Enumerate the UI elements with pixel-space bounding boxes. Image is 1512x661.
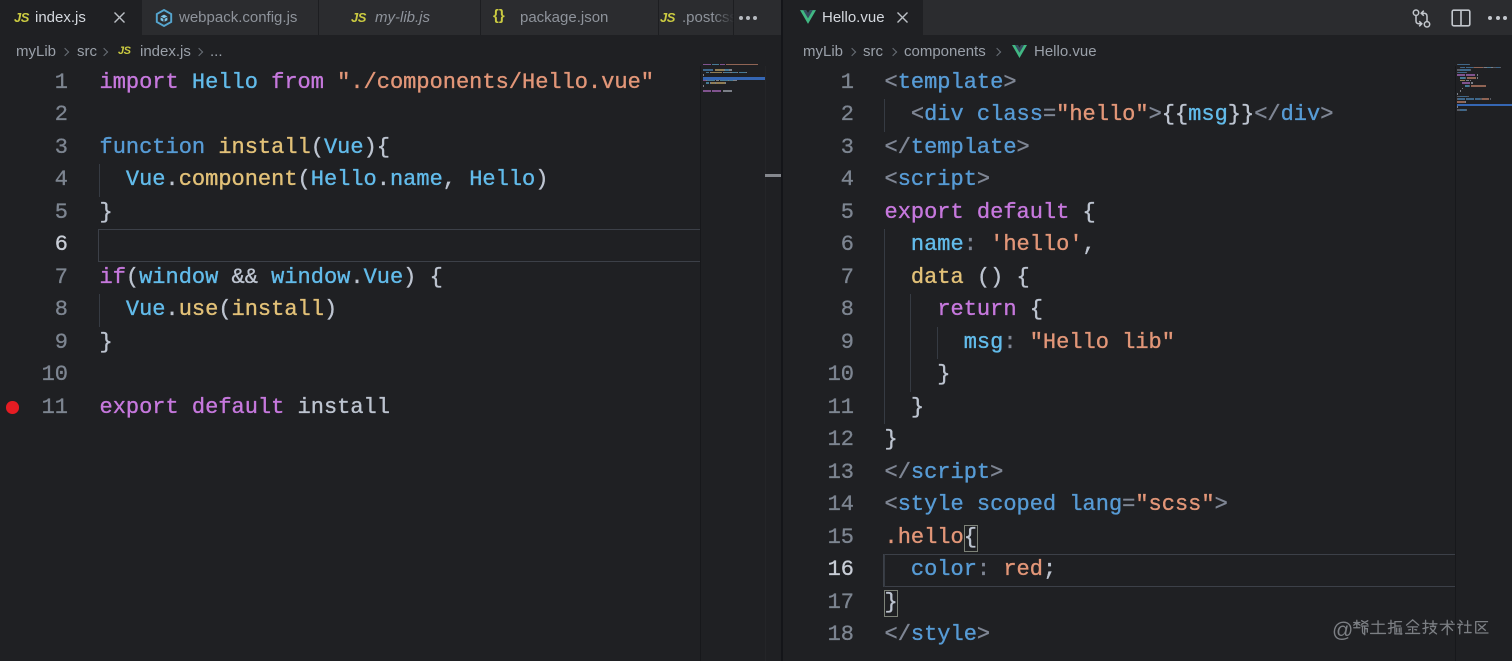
svg-text:@: @ [1332, 619, 1353, 642]
